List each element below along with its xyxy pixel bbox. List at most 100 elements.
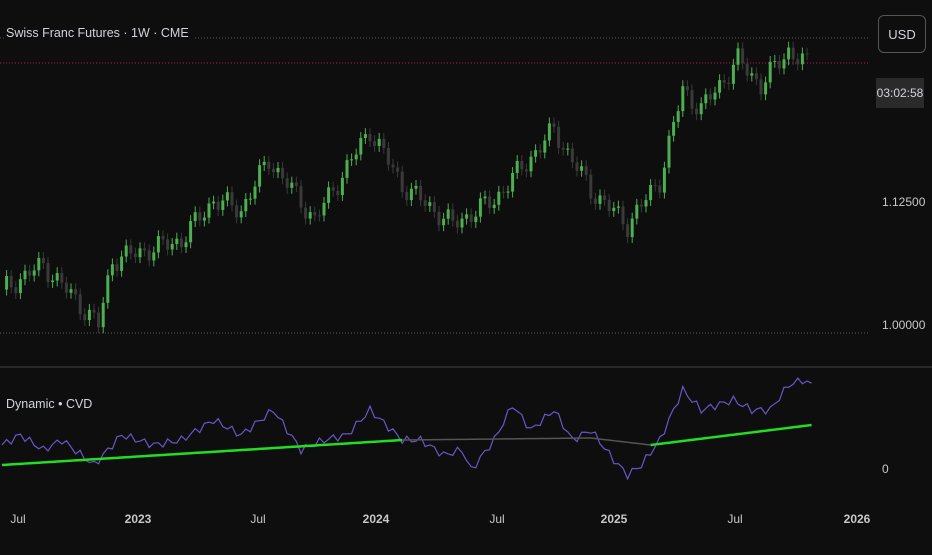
currency-button[interactable]: USD <box>878 15 926 53</box>
candle-body <box>331 187 335 191</box>
candle-body <box>14 287 18 294</box>
candle-body <box>386 147 390 165</box>
candle-body <box>363 134 367 139</box>
candle-body <box>152 252 156 261</box>
candle-body <box>225 192 229 201</box>
candle-body <box>506 191 510 193</box>
candle-body <box>704 94 708 104</box>
candle-body <box>736 48 740 65</box>
candle-body <box>92 309 96 313</box>
candle-body <box>244 198 248 212</box>
candle-body <box>359 138 363 155</box>
candle-body <box>60 273 64 283</box>
candle-body <box>294 182 298 187</box>
candle-body <box>667 135 671 168</box>
candle-body <box>442 218 446 226</box>
candle-body <box>520 160 524 170</box>
candle-body <box>446 209 450 219</box>
candle-body <box>124 245 128 257</box>
candle-body <box>313 212 317 216</box>
candle-body <box>432 202 436 212</box>
candle-body <box>699 103 703 115</box>
time-label: Jul <box>10 512 26 526</box>
candle-body <box>18 279 22 294</box>
candle-body <box>547 123 551 141</box>
candle-body <box>575 162 579 171</box>
candle-body <box>474 216 478 223</box>
candle-body <box>409 188 413 201</box>
candle-body <box>308 212 312 219</box>
candle-body <box>796 59 800 65</box>
candle-body <box>198 212 202 221</box>
indicator-label[interactable]: Dynamic • CVD <box>6 397 92 411</box>
candle-body <box>787 47 791 60</box>
candle-body <box>612 207 616 211</box>
candle-body <box>534 150 538 157</box>
candle-body <box>718 80 722 93</box>
cvd-ma-line <box>650 423 812 447</box>
chart-canvas[interactable] <box>0 0 932 550</box>
candle-body <box>515 160 519 173</box>
candle-body <box>327 187 331 203</box>
candle-body <box>566 148 570 150</box>
candle-body <box>782 59 786 69</box>
candle-body <box>639 204 643 207</box>
candle-body <box>368 134 372 142</box>
candle-body <box>340 177 344 196</box>
candle-body <box>377 138 381 146</box>
candle-body <box>727 82 731 84</box>
price-label: 1.00000 <box>882 318 926 332</box>
candle-body <box>110 264 114 276</box>
candle-body <box>216 201 220 210</box>
candle-body <box>120 256 124 271</box>
candle-body <box>133 253 137 258</box>
candle-body <box>589 174 593 199</box>
candle-body <box>156 236 160 253</box>
candle-body <box>202 217 206 221</box>
candle-body <box>285 178 289 188</box>
candle-body <box>391 164 395 168</box>
candle-body <box>414 185 418 189</box>
candle-body <box>658 185 662 193</box>
candle-body <box>662 167 666 193</box>
candle-body <box>304 207 308 219</box>
candle-body <box>354 154 358 160</box>
symbol-title[interactable]: Swiss Franc Futures · 1W · CME <box>6 26 193 40</box>
chart-area[interactable] <box>0 0 932 550</box>
candle-body <box>5 275 9 290</box>
candle-body <box>253 186 257 199</box>
candle-body <box>28 270 32 276</box>
candle-body <box>423 200 427 206</box>
candle-body <box>584 166 588 175</box>
candle-body <box>791 47 795 60</box>
candle-body <box>166 239 170 250</box>
candle-body <box>212 201 216 204</box>
candle-body <box>543 140 547 153</box>
candle-body <box>649 185 653 201</box>
candle-body <box>400 171 404 192</box>
candle-body <box>773 60 777 62</box>
candle-body <box>419 185 423 201</box>
candle-body <box>396 167 400 172</box>
candle-body <box>616 206 620 208</box>
candle-body <box>235 205 239 218</box>
candle-body <box>764 82 768 95</box>
candle-body <box>451 209 455 221</box>
candle-body <box>138 248 142 258</box>
candle-body <box>750 73 754 76</box>
candle-body <box>497 191 501 205</box>
time-label: 2025 <box>600 512 628 526</box>
candle-body <box>179 238 183 248</box>
candle-body <box>373 141 377 146</box>
candle-body <box>258 165 262 187</box>
candle-body <box>106 275 110 303</box>
candle-body <box>635 204 639 219</box>
candle-body <box>161 236 165 240</box>
candle-body <box>143 248 147 251</box>
candle-body <box>722 80 726 83</box>
time-label: 2026 <box>843 512 871 526</box>
candle-body <box>51 280 55 283</box>
candle-body <box>731 64 735 84</box>
cvd-zero-label: 0 <box>882 462 889 476</box>
candle-body <box>672 121 676 136</box>
